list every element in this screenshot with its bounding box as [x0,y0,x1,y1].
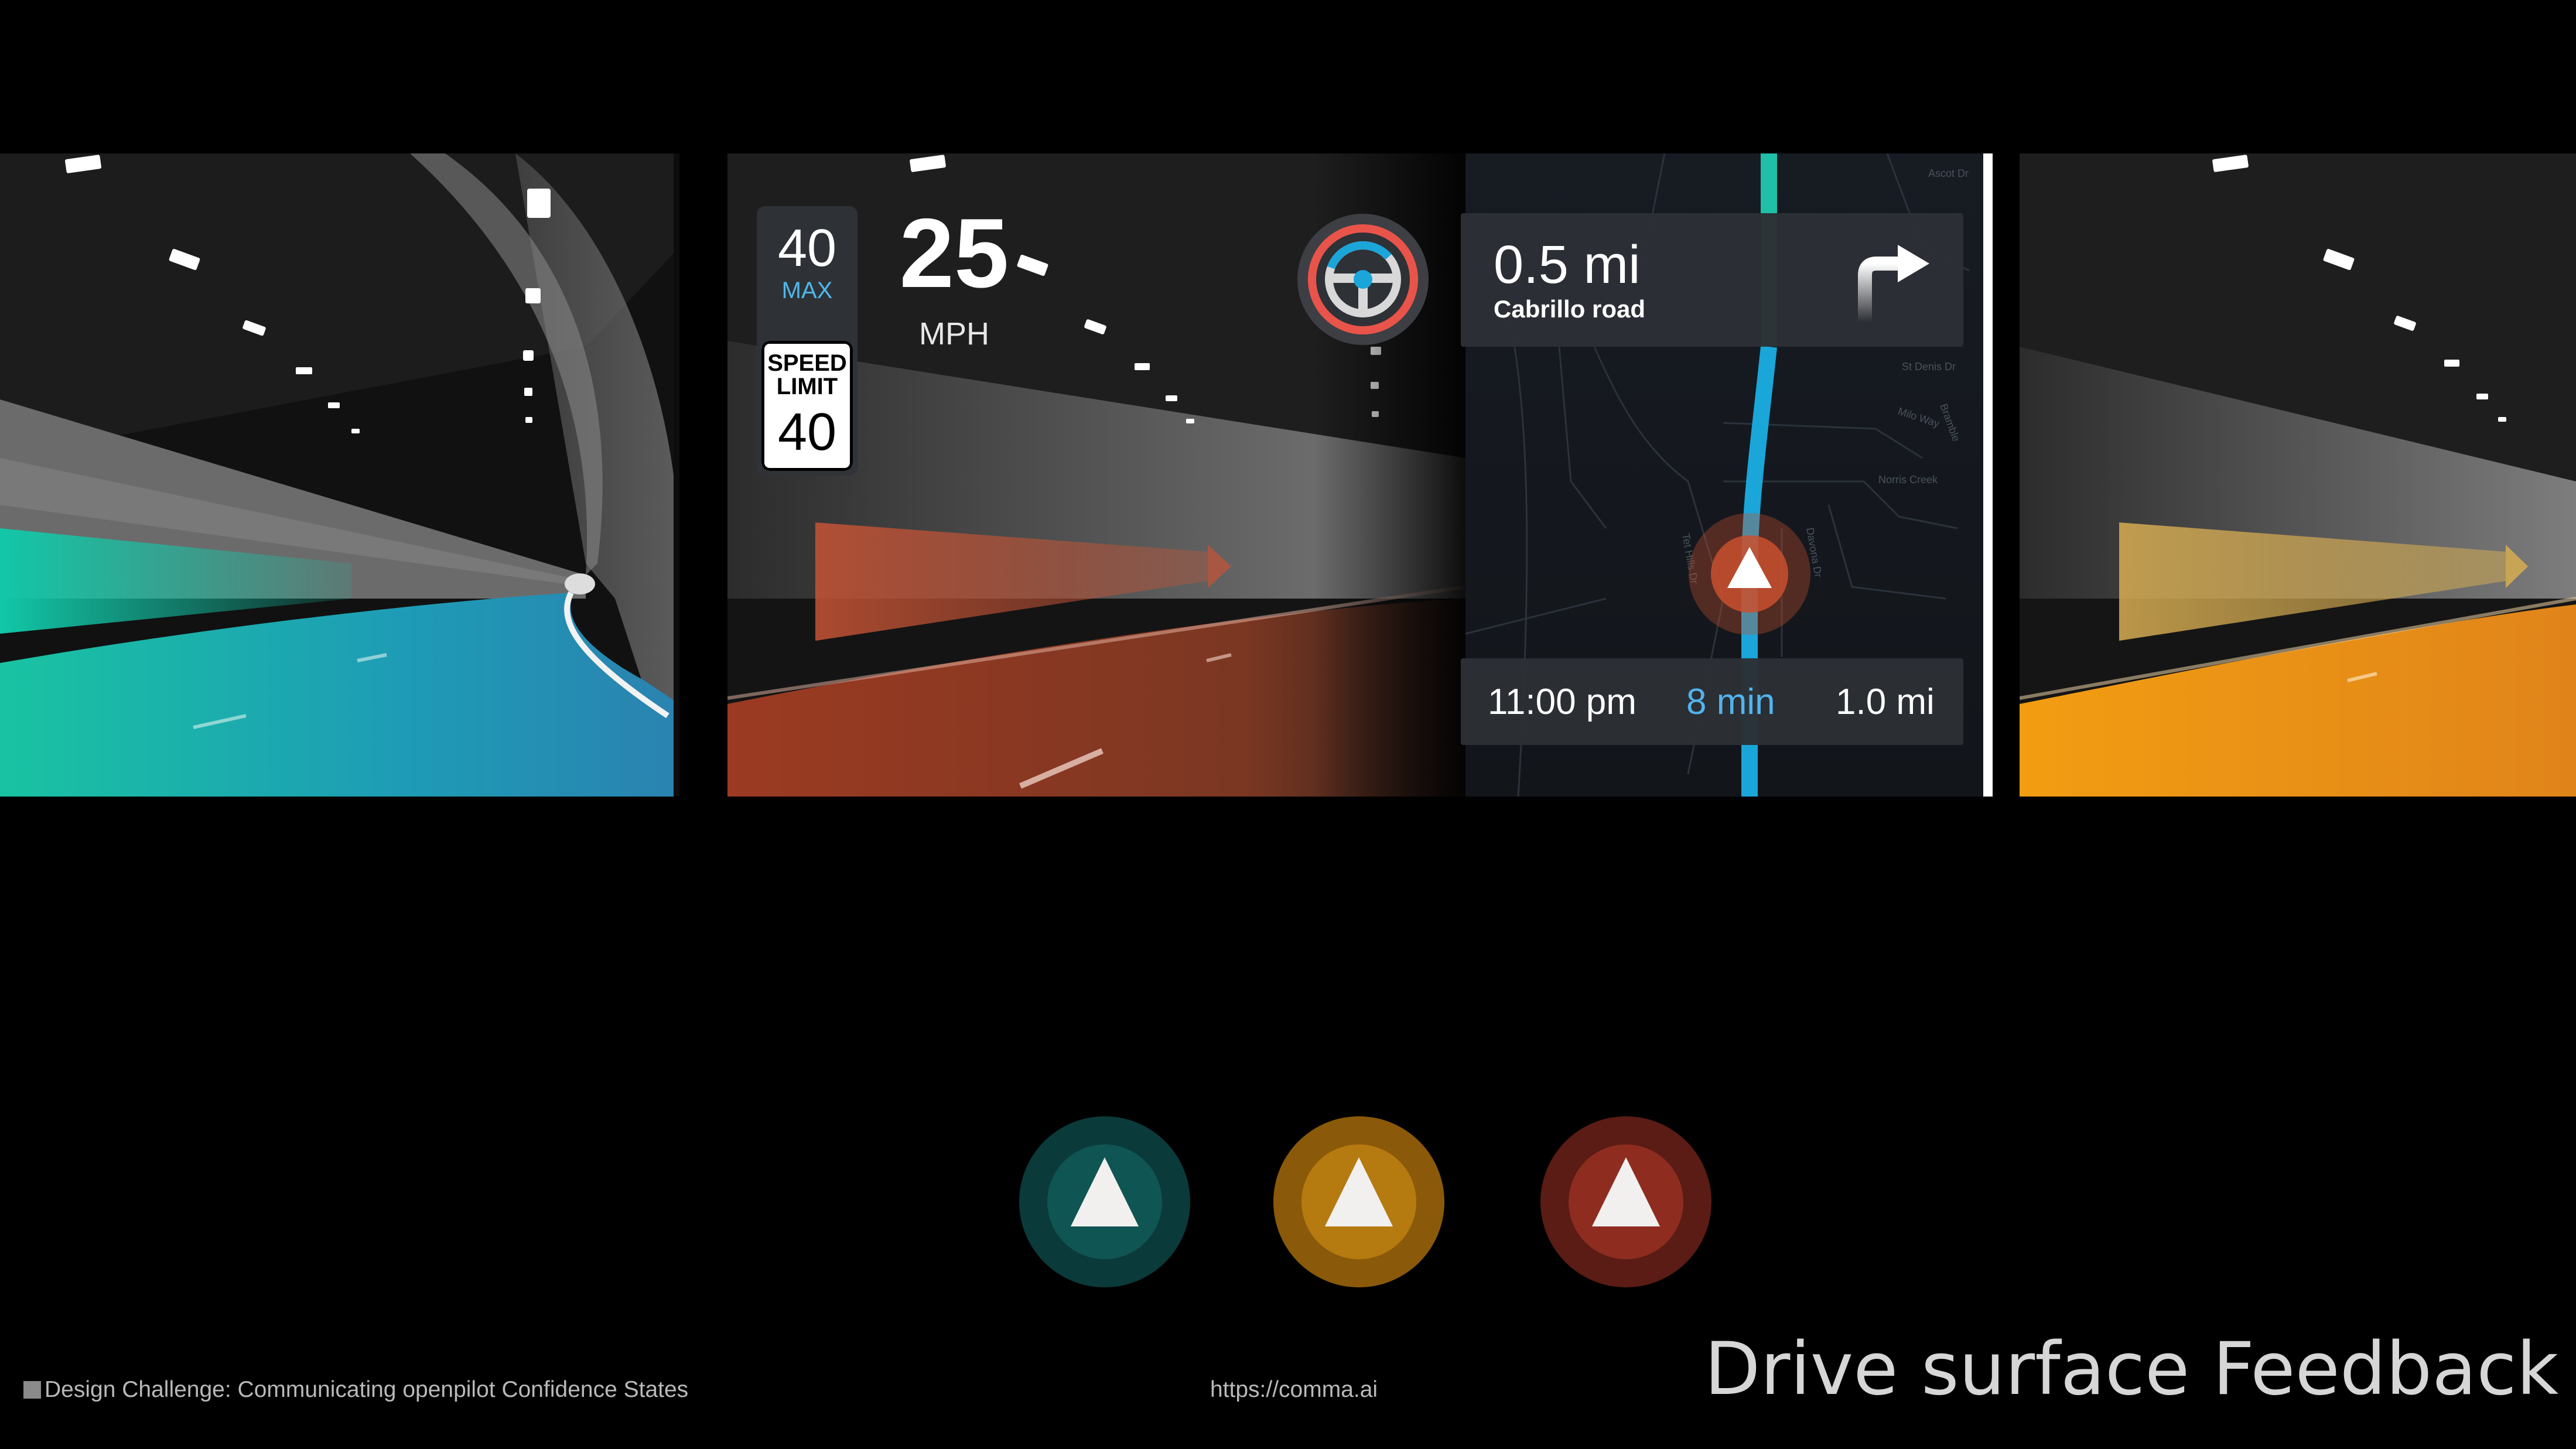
speed-unit: MPH [919,316,989,351]
panel-divider [1983,153,1993,797]
confidence-indicator-alert [1540,1116,1711,1287]
eta-remaining-time: 8 min [1686,682,1775,722]
footer-challenge-text: Design Challenge: Communicating openpilo… [45,1377,689,1402]
triangle-icon [1019,1116,1190,1287]
current-speed: 25 [899,198,1009,308]
steering-wheel-icon[interactable] [1296,212,1430,347]
turn-right-arrow-icon [1858,245,1929,322]
turn-street-name: Cabrillo road [1494,295,1646,323]
tunnel-view-confident [0,153,679,797]
footer-challenge: Design Challenge: Communicating openpilo… [23,1376,688,1403]
triangle-icon [1273,1116,1444,1287]
speed-limit-sign: SPEED LIMIT 40 [761,341,853,471]
tunnel-scene-image [2020,153,2576,797]
footer-url-link[interactable]: https://comma.ai [1210,1376,1378,1403]
max-speed-label: MAX [781,278,833,303]
confidence-indicator-confident [1019,1116,1190,1287]
slide: Ascot Dr St Denis Dr Milo Way Norris Cre… [0,0,2576,1449]
triangle-icon [1540,1116,1711,1287]
eta-remaining-distance: 1.0 mi [1836,682,1935,722]
tunnel-scene-image [0,153,679,797]
speed-limit-title: SPEED LIMIT [767,350,847,399]
speed-limit-value: 40 [777,403,837,462]
slide-title: Drive surface Feedback [1704,1327,2559,1412]
svg-text:St Denis Dr: St Denis Dr [1902,361,1956,372]
max-speed-value: 40 [777,219,837,278]
footer-square-icon [23,1381,41,1399]
tunnel-view-caution [2020,153,2576,797]
confidence-indicator-caution [1273,1116,1444,1287]
svg-text:Ascot Dr: Ascot Dr [1928,168,1969,179]
turn-distance: 0.5 mi [1494,235,1641,295]
openpilot-driving-view: Ascot Dr St Denis Dr Milo Way Norris Cre… [727,153,1993,797]
eta-arrival-time: 11:00 pm [1488,682,1637,722]
svg-text:Norris Creek: Norris Creek [1878,474,1938,486]
eta-card: 11:00 pm 8 min 1.0 mi [1461,658,1963,745]
navigation-instruction-card: 0.5 mi Cabrillo road [1461,213,1963,347]
